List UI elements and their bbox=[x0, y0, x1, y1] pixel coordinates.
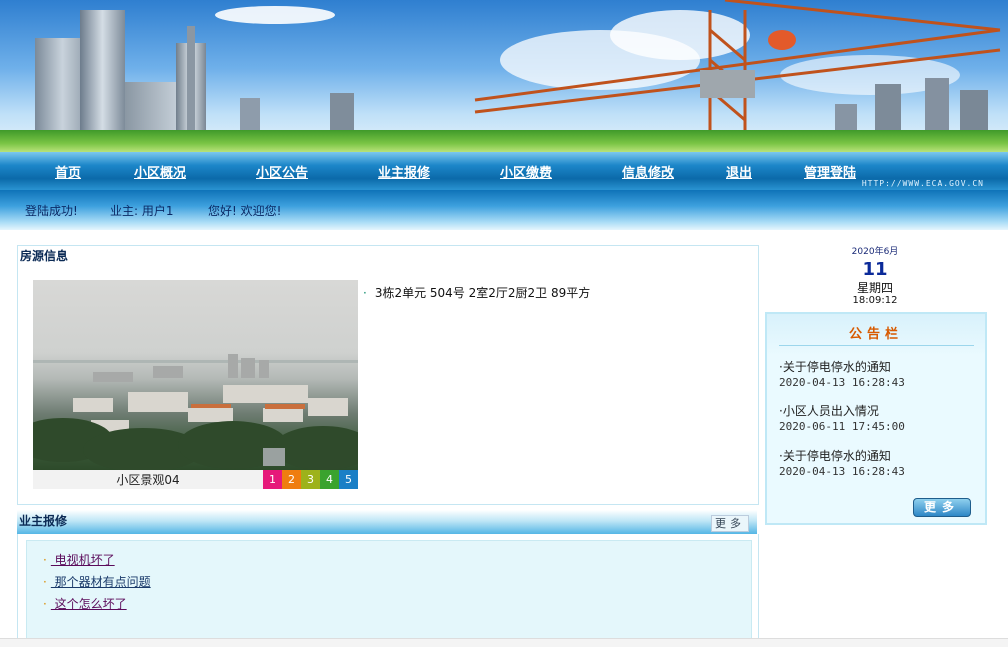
calendar-time: 18:09:12 bbox=[852, 295, 898, 306]
community-photo[interactable] bbox=[33, 280, 358, 470]
status-bar: 登陆成功! 业主: 用户1 您好! 欢迎您! bbox=[0, 190, 1008, 230]
nav-edit-info[interactable]: 信息修改 bbox=[622, 162, 674, 181]
slide-number-5[interactable]: 5 bbox=[339, 470, 358, 489]
house-info-title: 房源信息 bbox=[20, 249, 69, 263]
nav-repair[interactable]: 业主报修 bbox=[378, 162, 430, 181]
calendar-day: 11 bbox=[862, 259, 888, 280]
nav-home[interactable]: 首页 bbox=[55, 162, 81, 181]
notice-item-date: 2020-06-11 17:45:00 bbox=[779, 420, 905, 433]
repair-item: · 那个器材有点问题 bbox=[43, 573, 151, 590]
notice-item-date: 2020-04-13 16:28:43 bbox=[779, 465, 905, 478]
notice-item-date: 2020-04-13 16:28:43 bbox=[779, 376, 905, 389]
repair-panel-title: 业主报修 bbox=[19, 514, 68, 528]
login-status: 登陆成功! bbox=[25, 204, 78, 218]
slide-number-4[interactable]: 4 bbox=[320, 470, 339, 489]
notice-item-title[interactable]: ·小区人员出入情况 bbox=[779, 402, 879, 419]
notice-more-button[interactable]: 更多 bbox=[913, 498, 971, 517]
nav-logout[interactable]: 退出 bbox=[726, 162, 752, 181]
notice-item-title[interactable]: ·关于停电停水的通知 bbox=[779, 358, 891, 375]
notice-item-title[interactable]: ·关于停电停水的通知 bbox=[779, 447, 891, 464]
house-details-text: 3栋2单元 504号 2室2厅2厨2卫 89平方 bbox=[374, 286, 591, 300]
main-nav: 首页 小区概况 小区公告 业主报修 小区缴费 信息修改 退出 管理登陆 HTTP… bbox=[0, 152, 1008, 190]
repair-item: · 电视机坏了 bbox=[43, 551, 115, 568]
nav-overview[interactable]: 小区概况 bbox=[134, 162, 186, 181]
nav-announcements[interactable]: 小区公告 bbox=[256, 162, 308, 181]
site-url: HTTP://WWW.ECA.GOV.CN bbox=[861, 179, 984, 188]
nav-admin-login[interactable]: 管理登陆 bbox=[804, 162, 856, 181]
repair-link-3[interactable]: 这个怎么坏了 bbox=[51, 597, 127, 611]
repair-panel: · 电视机坏了 · 那个器材有点问题 · 这个怎么坏了 bbox=[17, 534, 759, 646]
bullet-icon: · bbox=[43, 553, 47, 567]
photo-scene bbox=[33, 354, 358, 470]
slide-number-2[interactable]: 2 bbox=[282, 470, 301, 489]
repair-more-button[interactable]: 更多 bbox=[711, 515, 749, 532]
slide-caption: 小区景观04 bbox=[116, 473, 180, 487]
bullet-icon: · bbox=[43, 597, 47, 611]
bullet-icon: · bbox=[43, 575, 47, 589]
photo-slideshow: 小区景观04 1 2 3 4 5 bbox=[33, 280, 358, 489]
owner-name: 业主: 用户1 bbox=[110, 204, 174, 218]
repair-link-1[interactable]: 电视机坏了 bbox=[51, 553, 115, 567]
repair-link-2[interactable]: 那个器材有点问题 bbox=[51, 575, 151, 589]
bullet-icon: · bbox=[363, 286, 367, 300]
calendar-weekday: 星期四 bbox=[856, 281, 893, 295]
notice-board: 公告栏 ·关于停电停水的通知 2020-04-13 16:28:43 ·小区人员… bbox=[765, 312, 987, 525]
house-info-panel: 房源信息 小区景观04 1 2 3 4 5 · 3栋2单元 504号 2室2厅2… bbox=[17, 245, 759, 505]
nav-payment[interactable]: 小区缴费 bbox=[500, 162, 552, 181]
house-details: · 3栋2单元 504号 2室2厅2厨2卫 89平方 bbox=[363, 284, 590, 301]
repair-list: · 电视机坏了 · 那个器材有点问题 · 这个怎么坏了 bbox=[26, 540, 752, 646]
slide-number-3[interactable]: 3 bbox=[301, 470, 320, 489]
welcome-message: 您好! 欢迎您! bbox=[208, 204, 282, 218]
header-banner bbox=[0, 0, 1008, 152]
repair-item: · 这个怎么坏了 bbox=[43, 595, 127, 612]
slide-number-1[interactable]: 1 bbox=[263, 470, 282, 489]
calendar-year-month: 2020年6月 bbox=[851, 247, 899, 257]
divider bbox=[779, 345, 974, 346]
calendar-widget: 2020年6月 11 星期四 18:09:12 bbox=[765, 245, 985, 307]
repair-panel-header: 业主报修 更多 bbox=[17, 510, 757, 534]
notice-board-title: 公告栏 bbox=[848, 327, 903, 342]
